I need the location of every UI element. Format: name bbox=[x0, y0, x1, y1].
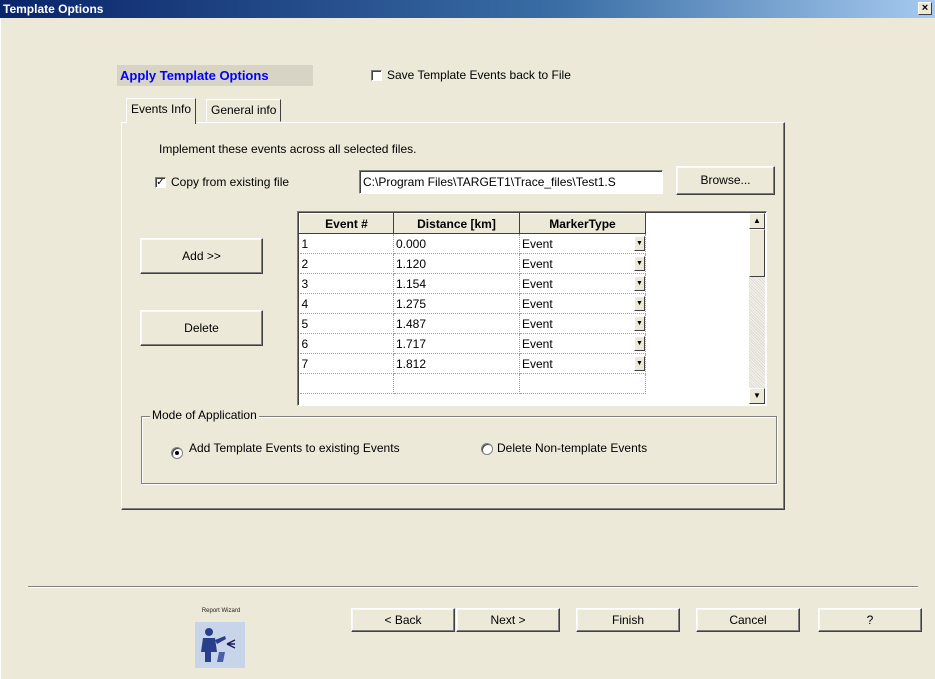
save-template-checkbox-row[interactable]: Save Template Events back to File bbox=[371, 68, 571, 82]
logo-text: Report Wizard bbox=[201, 608, 241, 614]
close-icon[interactable]: × bbox=[918, 2, 932, 15]
finish-button[interactable]: Finish bbox=[576, 608, 680, 632]
save-template-checkbox[interactable] bbox=[371, 70, 382, 82]
wizard-icon bbox=[195, 622, 245, 668]
mode-of-application-legend: Mode of Application bbox=[150, 408, 259, 422]
next-button[interactable]: Next > bbox=[456, 608, 560, 632]
back-button[interactable]: < Back bbox=[351, 608, 455, 632]
tab-general-info-label: General info bbox=[211, 103, 277, 117]
tab-general-info[interactable]: General info bbox=[206, 99, 282, 122]
tab-events-info[interactable]: Events Info bbox=[126, 98, 197, 124]
tab-events-info-label: Events Info bbox=[131, 102, 192, 116]
page-heading: Apply Template Options bbox=[117, 65, 313, 86]
report-wizard-logo: Report Wizard bbox=[191, 608, 251, 670]
events-tab-panel bbox=[121, 122, 785, 510]
help-button[interactable]: ? bbox=[818, 608, 922, 632]
save-template-label: Save Template Events back to File bbox=[387, 68, 571, 82]
cancel-button[interactable]: Cancel bbox=[696, 608, 800, 632]
footer-separator bbox=[28, 586, 918, 588]
title-bar: Template Options × bbox=[0, 0, 935, 18]
window-title: Template Options bbox=[3, 2, 104, 16]
